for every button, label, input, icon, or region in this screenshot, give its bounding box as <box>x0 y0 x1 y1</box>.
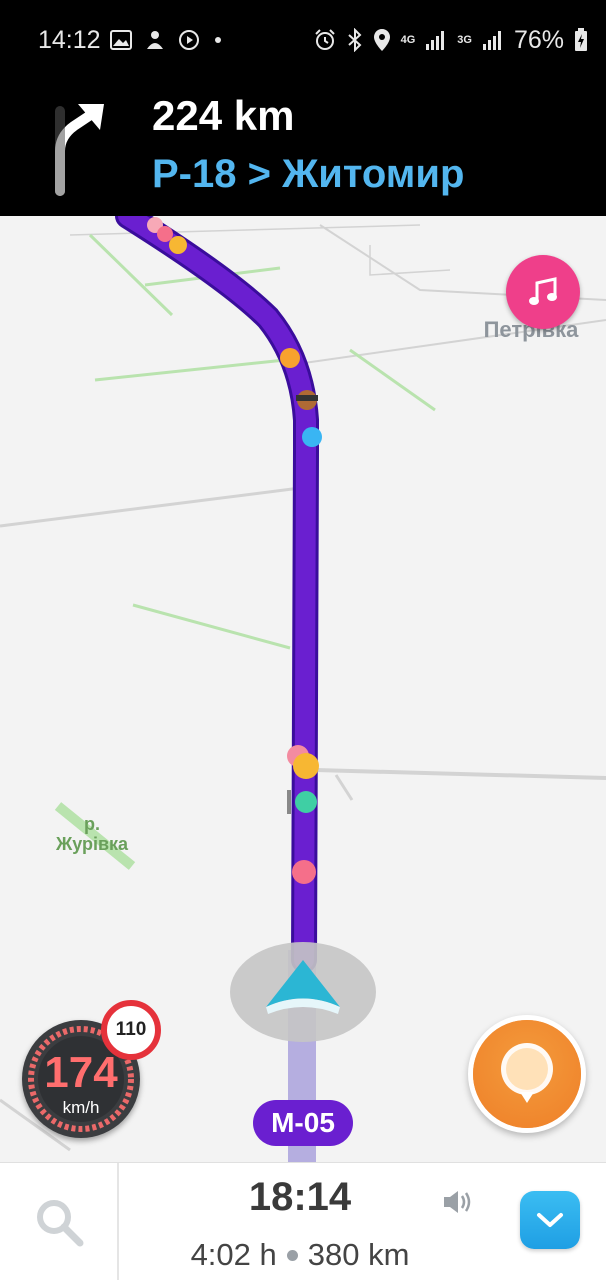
map-label-river: р. Журівка <box>55 814 129 854</box>
speed-limit-value: 110 <box>115 1019 147 1040</box>
report-button[interactable] <box>468 1015 586 1133</box>
signal-icon <box>426 31 445 50</box>
report-pin-icon <box>501 1043 553 1103</box>
navigation-instruction-bar[interactable]: 224 km Р-18 > Житомир <box>0 80 606 216</box>
battery-charging-icon <box>575 28 587 51</box>
status-bar: 14:12 4G 3G 76% <box>0 0 606 80</box>
trip-duration: 4:02 h <box>190 1237 277 1272</box>
search-icon[interactable] <box>30 1193 88 1251</box>
location-icon <box>373 29 390 51</box>
network-4g-label: 4G <box>400 33 416 46</box>
trip-distance: 380 km <box>307 1237 410 1272</box>
next-street: Р-18 > Житомир <box>152 152 465 196</box>
turn-distance: 224 km <box>152 92 295 139</box>
expand-button[interactable] <box>520 1191 580 1249</box>
signal-icon <box>482 31 501 50</box>
report-button-face <box>473 1020 581 1128</box>
trip-summary-bar: 18:14 4:02 h 380 km <box>0 1162 606 1280</box>
status-system-icons: 4G 3G 76% <box>313 26 588 54</box>
play-circle-icon <box>179 30 199 50</box>
speed-limit-sign: 110 <box>101 1000 161 1060</box>
app-notification-icon <box>147 31 163 49</box>
chevron-down-icon <box>537 1213 563 1227</box>
network-3g-label: 3G <box>457 33 472 46</box>
image-icon <box>110 30 132 50</box>
separator-dot <box>286 1249 298 1261</box>
trip-details[interactable]: 4:02 h 380 km <box>120 1237 480 1273</box>
more-dot-icon <box>215 37 221 43</box>
bluetooth-icon <box>347 28 362 52</box>
turn-right-arrow-icon <box>55 104 104 196</box>
status-time: 14:12 <box>38 26 101 54</box>
arrival-time[interactable]: 18:14 <box>120 1175 480 1220</box>
battery-percent: 76% <box>513 25 564 54</box>
alarm-icon <box>314 29 335 50</box>
speaker-icon[interactable] <box>440 1185 474 1219</box>
music-note-icon <box>529 277 557 305</box>
speed-unit: km/h <box>62 1098 100 1117</box>
divider <box>117 1163 119 1280</box>
music-button[interactable] <box>506 255 580 329</box>
current-road-shield: М-05 <box>253 1100 353 1146</box>
status-notification-icons <box>110 26 224 54</box>
